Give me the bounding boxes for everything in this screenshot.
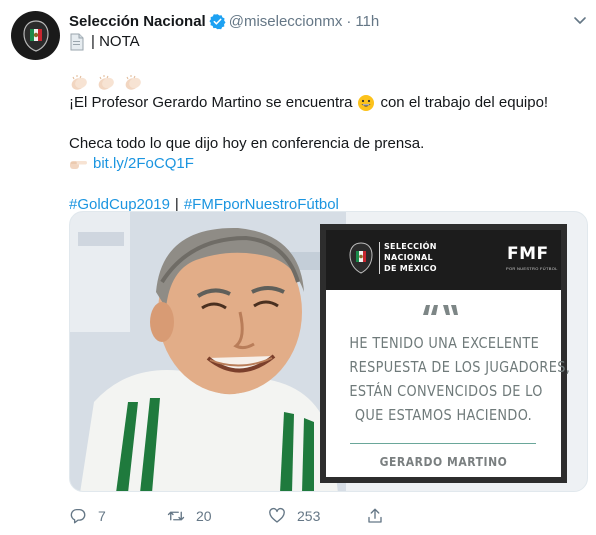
main-text-line: ¡El Profesor Gerardo Martino se encuentr… xyxy=(69,93,569,113)
grinning-face-icon xyxy=(358,95,375,111)
like-button[interactable]: 253 xyxy=(268,506,320,526)
quote-divider xyxy=(350,443,536,444)
federation-line-3: DE MÉXICO xyxy=(384,264,437,273)
share-button[interactable] xyxy=(366,506,384,526)
federation-crest-icon xyxy=(22,19,49,52)
chevron-down-icon[interactable] xyxy=(572,12,588,28)
detail-text: Checa todo lo que dijo hoy en conferenci… xyxy=(69,135,425,152)
tweet-text: | NOTA ¡El Profesor Gerardo Martino se e… xyxy=(69,32,569,215)
federation-line-1: SELECCIÓN xyxy=(384,242,437,251)
tag-text: | NOTA xyxy=(91,33,140,50)
clap-row xyxy=(69,73,569,93)
federation-line-2: NACIONAL xyxy=(384,253,433,262)
federation-crest-icon xyxy=(349,242,373,274)
link-line: bit.ly/2FoCQ1F xyxy=(69,154,569,174)
fmf-tagline: POR NUESTRO FÚTBOL xyxy=(506,266,558,271)
fmf-logo: FMF xyxy=(507,244,549,264)
quote-line: QUE ESTAMOS HACIENDO. xyxy=(354,406,533,424)
main-text: ¡El Profesor Gerardo Martino se encuentr… xyxy=(69,94,353,111)
reply-count: 7 xyxy=(98,508,106,524)
share-icon xyxy=(368,508,382,523)
quote-line: HE TENIDO UNA EXCELENTE xyxy=(349,334,540,352)
separator-dot: · xyxy=(346,12,352,30)
quote-line: RESPUESTA DE LOS JUGADORES, xyxy=(349,358,571,376)
retweet-count: 20 xyxy=(196,508,212,524)
like-count: 253 xyxy=(297,508,321,524)
quotation-mark-icon xyxy=(423,305,458,315)
quote-author: GERARDO MARTINO xyxy=(379,455,508,469)
federation-name: SELECCIÓN NACIONAL DE MÉXICO xyxy=(384,241,437,274)
retweet-button[interactable]: 20 xyxy=(167,506,212,526)
author-name[interactable]: Selección Nacional xyxy=(69,13,206,30)
tag-line: | NOTA xyxy=(69,32,569,52)
coach-portrait xyxy=(70,212,346,491)
tweet-header: Selección Nacional @miseleccionmx · 11h xyxy=(69,11,560,31)
clapping-hands-icon xyxy=(71,75,87,90)
quote-card-header: SELECCIÓN NACIONAL DE MÉXICO FMF POR NUE… xyxy=(326,230,561,290)
verified-badge-icon xyxy=(209,13,226,29)
author-handle[interactable]: @miseleccionmx xyxy=(229,13,343,30)
header-divider xyxy=(379,242,380,274)
tweet-timestamp[interactable]: 11h xyxy=(355,13,379,30)
reply-button[interactable]: 7 xyxy=(69,506,106,526)
detail-text-line: Checa todo lo que dijo hoy en conferenci… xyxy=(69,134,569,154)
tweet-media-image[interactable]: SELECCIÓN NACIONAL DE MÉXICO FMF POR NUE… xyxy=(69,211,588,492)
backhand-index-pointing-right-icon xyxy=(70,161,87,169)
heart-icon xyxy=(269,507,285,523)
clapping-hands-icon xyxy=(98,75,114,90)
quote-line: ESTÁN CONVENCIDOS DE LO xyxy=(349,382,543,400)
quote-text: HE TENIDO UNA EXCELENTE RESPUESTA DE LOS… xyxy=(349,331,571,427)
coach-photo xyxy=(70,212,346,491)
main-text-end: con el trabajo del equipo! xyxy=(380,94,549,111)
quote-card: SELECCIÓN NACIONAL DE MÉXICO FMF POR NUE… xyxy=(320,224,571,483)
shortened-link[interactable]: bit.ly/2FoCQ1F xyxy=(93,154,194,174)
clapping-hands-icon xyxy=(125,75,141,90)
page-facing-up-icon xyxy=(70,33,84,51)
reply-icon xyxy=(70,508,86,524)
retweet-icon xyxy=(167,511,185,521)
avatar[interactable] xyxy=(11,11,60,60)
